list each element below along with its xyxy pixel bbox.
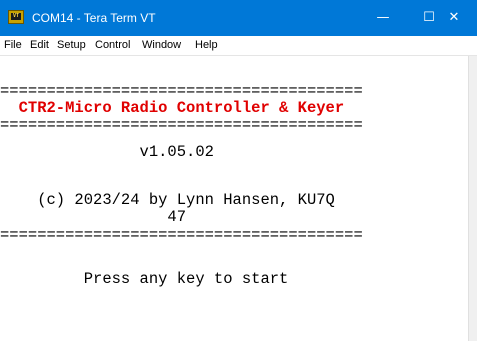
title-bar[interactable]: VT COM14 - Tera Term VT — ☐ ✕ [0,0,477,36]
menu-file[interactable]: File [4,38,22,52]
menu-window[interactable]: Window [142,38,181,52]
terminal-divider-mid: ======================================= [0,116,363,134]
terminal-number: 47 [0,208,187,226]
window-title: COM14 - Tera Term VT [32,11,156,25]
terminal-version: v1.05.02 [0,143,214,161]
tera-term-window: VT COM14 - Tera Term VT — ☐ ✕ File Edit … [0,0,477,341]
menu-setup[interactable]: Setup [57,38,86,52]
menu-edit[interactable]: Edit [30,38,49,52]
menu-bar: File Edit Setup Control Window Help [0,36,477,56]
terminal-scrollbar[interactable] [468,56,477,341]
terminal-prompt: Press any key to start [0,270,289,288]
app-icon-label: VT [11,13,21,20]
terminal-divider-bottom: ======================================= [0,226,363,244]
tera-term-app-icon[interactable]: VT [8,10,24,24]
minimize-button[interactable]: — [360,0,406,36]
close-button[interactable]: ✕ [431,0,477,36]
menu-help[interactable]: Help [195,38,218,52]
menu-control[interactable]: Control [95,38,130,52]
terminal-screen[interactable]: ======================================= … [0,56,468,341]
